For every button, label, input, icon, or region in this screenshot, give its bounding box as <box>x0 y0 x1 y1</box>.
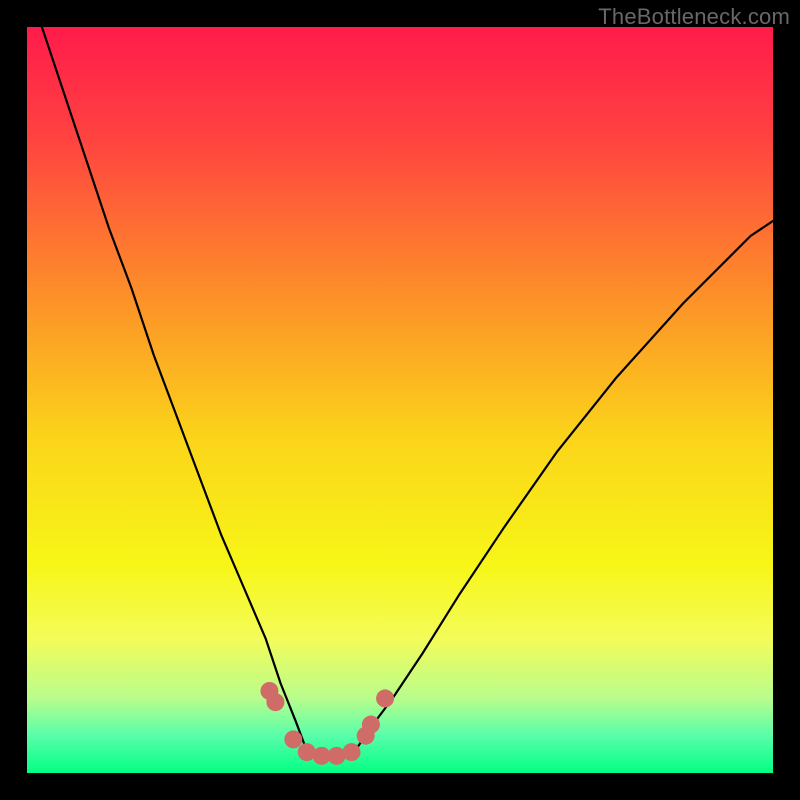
highlight-dot <box>266 693 284 711</box>
highlight-dot <box>343 743 361 761</box>
chart-frame: TheBottleneck.com <box>0 0 800 800</box>
gradient-background <box>27 27 773 773</box>
plot-area <box>27 27 773 773</box>
highlight-dot <box>362 716 380 734</box>
chart-svg <box>27 27 773 773</box>
highlight-dot <box>376 689 394 707</box>
highlight-dot <box>284 730 302 748</box>
